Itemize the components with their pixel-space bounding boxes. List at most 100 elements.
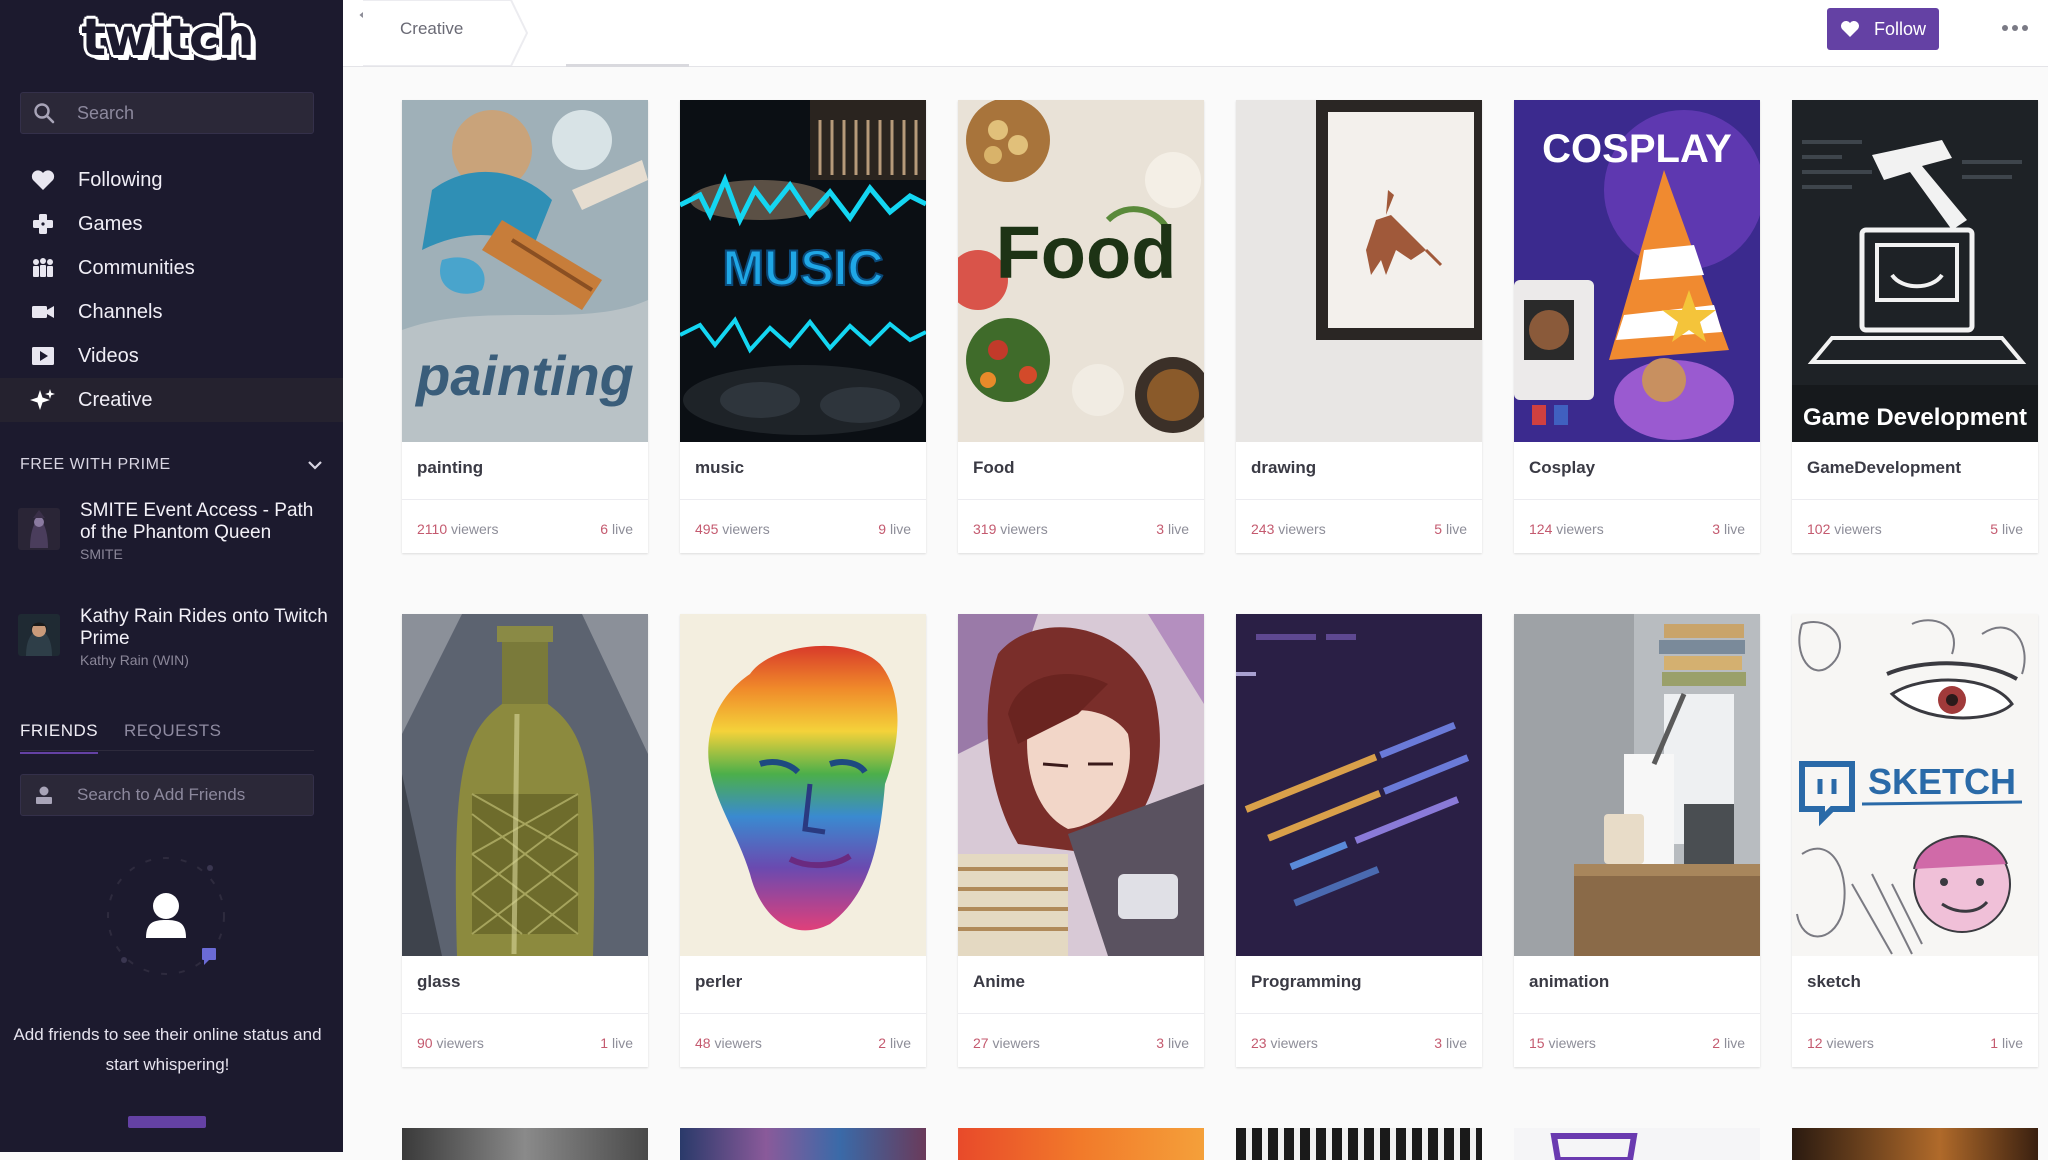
nav-communities[interactable]: Communities	[0, 246, 343, 290]
community-card-partial-1[interactable]	[402, 1128, 648, 1160]
nav-following[interactable]: Following	[0, 158, 343, 202]
community-card-partial-5[interactable]	[1514, 1128, 1760, 1160]
anime-cover	[958, 614, 1204, 956]
card-divider	[1514, 1013, 1760, 1014]
community-card-partial-3[interactable]	[958, 1128, 1204, 1160]
follow-button[interactable]: Follow	[1827, 8, 1939, 50]
community-name: music	[695, 458, 745, 477]
live-count: 9 live	[878, 521, 911, 537]
viewer-count-number: 319	[973, 521, 997, 537]
live-count: 5 live	[1434, 521, 1467, 537]
live-count-number: 2	[1712, 1035, 1721, 1051]
community-card-perler[interactable]: perler 48 viewers 2 live	[680, 614, 926, 1067]
heart-icon	[31, 170, 55, 190]
painting-cover: painting	[402, 100, 648, 442]
live-label: live	[611, 521, 633, 537]
live-label: live	[1723, 521, 1745, 537]
community-card-drawing[interactable]: drawing 243 viewers 5 live	[1236, 100, 1482, 553]
card-divider	[680, 1013, 926, 1014]
offer-subtitle: SMITE	[80, 546, 123, 562]
live-label: live	[611, 1035, 633, 1051]
nav-videos[interactable]: Videos	[0, 334, 343, 378]
sparkle-icon	[30, 389, 55, 410]
community-name: drawing	[1251, 458, 1317, 477]
live-label: live	[1445, 1035, 1467, 1051]
food-art-text: Food	[996, 211, 1177, 294]
twitch-logo[interactable]: twitch	[81, 8, 254, 68]
kathy-rain-thumbnail	[18, 614, 60, 656]
nav-games[interactable]: Games	[0, 202, 343, 246]
community-name: painting	[417, 458, 484, 477]
community-name: sketch	[1807, 972, 1861, 991]
viewer-count: 124 viewers	[1529, 521, 1604, 537]
live-count: 1 live	[600, 1035, 633, 1051]
glass-cover	[402, 614, 648, 956]
cosplay-art-text: COSPLAY	[1542, 127, 1732, 171]
nav-label: Channels	[78, 300, 163, 323]
viewers-label: viewers	[1278, 521, 1326, 537]
live-count: 3 live	[1434, 1035, 1467, 1051]
viewer-count-number: 124	[1529, 521, 1553, 537]
viewer-count-number: 102	[1807, 521, 1831, 537]
community-card-partial-4[interactable]	[1236, 1128, 1482, 1160]
community-card-sketch[interactable]: SKETCH sketch 12 viewers 1 live	[1792, 614, 2038, 1067]
community-card-animation[interactable]: animation 15 viewers 2 live	[1514, 614, 1760, 1067]
community-card-programming[interactable]: Programming 23 viewers 3 live	[1236, 614, 1482, 1067]
nav-channels[interactable]: Channels	[0, 290, 343, 334]
tab-friends[interactable]: FRIENDS	[20, 721, 99, 754]
tab-requests[interactable]: REQUESTS	[124, 721, 222, 741]
logo-text: twitch	[81, 8, 254, 68]
friend-search-box[interactable]	[20, 774, 314, 816]
community-card-music[interactable]: MUSIC music 495 viewers 9 live	[680, 100, 926, 553]
viewer-count: 27 viewers	[973, 1035, 1040, 1051]
cosplay-cover: COSPLAY	[1514, 100, 1760, 442]
community-name: perler	[695, 972, 743, 991]
viewers-label: viewers	[436, 1035, 484, 1051]
community-grid: painting painting 2110 viewers 6 live MU…	[402, 100, 2038, 1160]
animation-cover	[1514, 614, 1760, 956]
live-count-number: 3	[1434, 1035, 1443, 1051]
perler-cover	[680, 614, 926, 956]
more-options-icon[interactable]	[1995, 16, 2035, 40]
viewers-label: viewers	[1548, 1035, 1596, 1051]
live-label: live	[2001, 1035, 2023, 1051]
prime-offer-smite[interactable]: SMITE Event Access - Path of the Phantom…	[18, 500, 328, 562]
live-count-number: 3	[1156, 1035, 1165, 1051]
live-count-number: 3	[1156, 521, 1165, 537]
live-label: live	[1723, 1035, 1745, 1051]
friend-search-input[interactable]	[75, 784, 299, 806]
live-label: live	[889, 1035, 911, 1051]
live-label: live	[1167, 521, 1189, 537]
drawing-cover	[1236, 100, 1482, 442]
community-name: glass	[417, 972, 461, 991]
sidebar-scroll-indicator[interactable]	[128, 1116, 206, 1128]
community-card-partial-2[interactable]	[680, 1128, 926, 1160]
community-card-gamedevelopment[interactable]: Game Development GameDevelopment 102 vie…	[1792, 100, 2038, 553]
community-card-painting[interactable]: painting painting 2110 viewers 6 live	[402, 100, 648, 553]
viewer-count-number: 15	[1529, 1035, 1545, 1051]
community-card-glass[interactable]: glass 90 viewers 1 live	[402, 614, 648, 1067]
viewer-count-number: 12	[1807, 1035, 1823, 1051]
prime-offer-kathy-rain[interactable]: Kathy Rain Rides onto Twitch Prime Kathy…	[18, 606, 328, 668]
community-card-anime[interactable]: Anime 27 viewers 3 live	[958, 614, 1204, 1067]
viewers-label: viewers	[714, 1035, 762, 1051]
community-card-food[interactable]: Food Food 319 viewers 3 live	[958, 100, 1204, 553]
gamedev-cover: Game Development	[1792, 100, 2038, 442]
community-name: animation	[1529, 972, 1610, 991]
community-card-partial-6[interactable]	[1792, 1128, 2038, 1160]
breadcrumb-label: Creative	[400, 19, 464, 38]
card-divider	[402, 499, 648, 500]
community-card-cosplay[interactable]: COSPLAY Cosplay 124 viewers 3 live	[1514, 100, 1760, 553]
search-box[interactable]	[20, 92, 314, 134]
prime-section-toggle[interactable]: FREE WITH PRIME	[20, 452, 324, 478]
search-input[interactable]	[75, 101, 299, 125]
viewers-label: viewers	[1270, 1035, 1318, 1051]
viewer-count: 90 viewers	[417, 1035, 484, 1051]
viewers-label: viewers	[1000, 521, 1048, 537]
nav-creative[interactable]: Creative	[0, 378, 343, 422]
breadcrumb[interactable]: Creative	[363, 0, 843, 67]
viewer-count: 2110 viewers	[417, 521, 498, 537]
viewer-count-number: 243	[1251, 521, 1275, 537]
offer-title: Kathy Rain Rides onto Twitch Prime	[80, 606, 328, 649]
live-count: 2 live	[1712, 1035, 1745, 1051]
